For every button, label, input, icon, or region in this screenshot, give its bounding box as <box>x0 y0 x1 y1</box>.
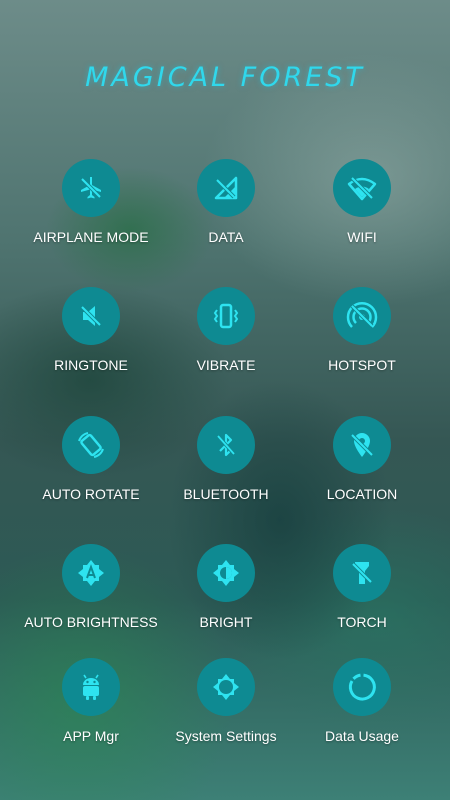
toggle-label: RINGTONE <box>54 357 128 373</box>
data-usage-icon <box>348 673 376 701</box>
settings-gear-icon <box>213 674 239 700</box>
data-off-icon <box>214 176 238 200</box>
theme-title: MAGICAL FOREST <box>85 62 365 93</box>
shortcut-label: System Settings <box>175 728 277 744</box>
toggle-bluetooth[interactable]: BLUETOOTH <box>151 416 301 526</box>
location-off-icon <box>350 433 374 457</box>
toggle-location[interactable]: LOCATION <box>287 416 437 526</box>
shortcut-label: APP Mgr <box>63 728 119 744</box>
toggle-label: WIFI <box>347 229 377 245</box>
toggle-wifi[interactable]: WIFI <box>287 159 437 269</box>
shortcut-app-mgr[interactable]: APP Mgr <box>16 658 166 768</box>
wifi-off-icon <box>347 176 377 201</box>
toggle-bright[interactable]: BRIGHT <box>151 544 301 654</box>
shortcut-system-settings[interactable]: System Settings <box>151 658 301 768</box>
shortcut-data-usage[interactable]: Data Usage <box>287 658 437 768</box>
toggle-label: TORCH <box>337 614 387 630</box>
toggle-label: BRIGHT <box>199 614 253 630</box>
toggle-label: AUTO BRIGHTNESS <box>24 614 158 630</box>
toggle-label: HOTSPOT <box>328 357 396 373</box>
torch-off-icon <box>351 562 373 584</box>
toggle-label: VIBRATE <box>196 357 256 373</box>
toggle-label: AUTO ROTATE <box>42 486 140 502</box>
toggle-auto-brightness[interactable]: AUTO BRIGHTNESS <box>16 544 166 654</box>
shortcut-label: Data Usage <box>325 728 399 744</box>
android-icon <box>83 674 99 700</box>
airplane-off-icon <box>80 177 102 199</box>
vibrate-icon <box>213 303 239 329</box>
toggle-ringtone[interactable]: RINGTONE <box>16 287 166 397</box>
toggle-torch[interactable]: TORCH <box>287 544 437 654</box>
toggle-label: DATA <box>208 229 244 245</box>
toggle-label: BLUETOOTH <box>183 486 269 502</box>
toggle-data[interactable]: DATA <box>151 159 301 269</box>
auto-rotate-icon <box>78 432 104 458</box>
toggle-airplane-mode[interactable]: AIRPLANE MODE <box>16 159 166 269</box>
toggle-label: AIRPLANE MODE <box>33 229 149 245</box>
toggle-hotspot[interactable]: HOTSPOT <box>287 287 437 397</box>
ringtone-off-icon <box>80 305 102 327</box>
toggle-label: LOCATION <box>326 486 398 502</box>
hotspot-off-icon <box>346 301 378 328</box>
toggle-auto-rotate[interactable]: AUTO ROTATE <box>16 416 166 526</box>
bluetooth-off-icon <box>216 433 236 457</box>
brightness-icon <box>213 560 239 586</box>
auto-brightness-icon <box>78 560 104 586</box>
toggle-vibrate[interactable]: VIBRATE <box>151 287 301 397</box>
